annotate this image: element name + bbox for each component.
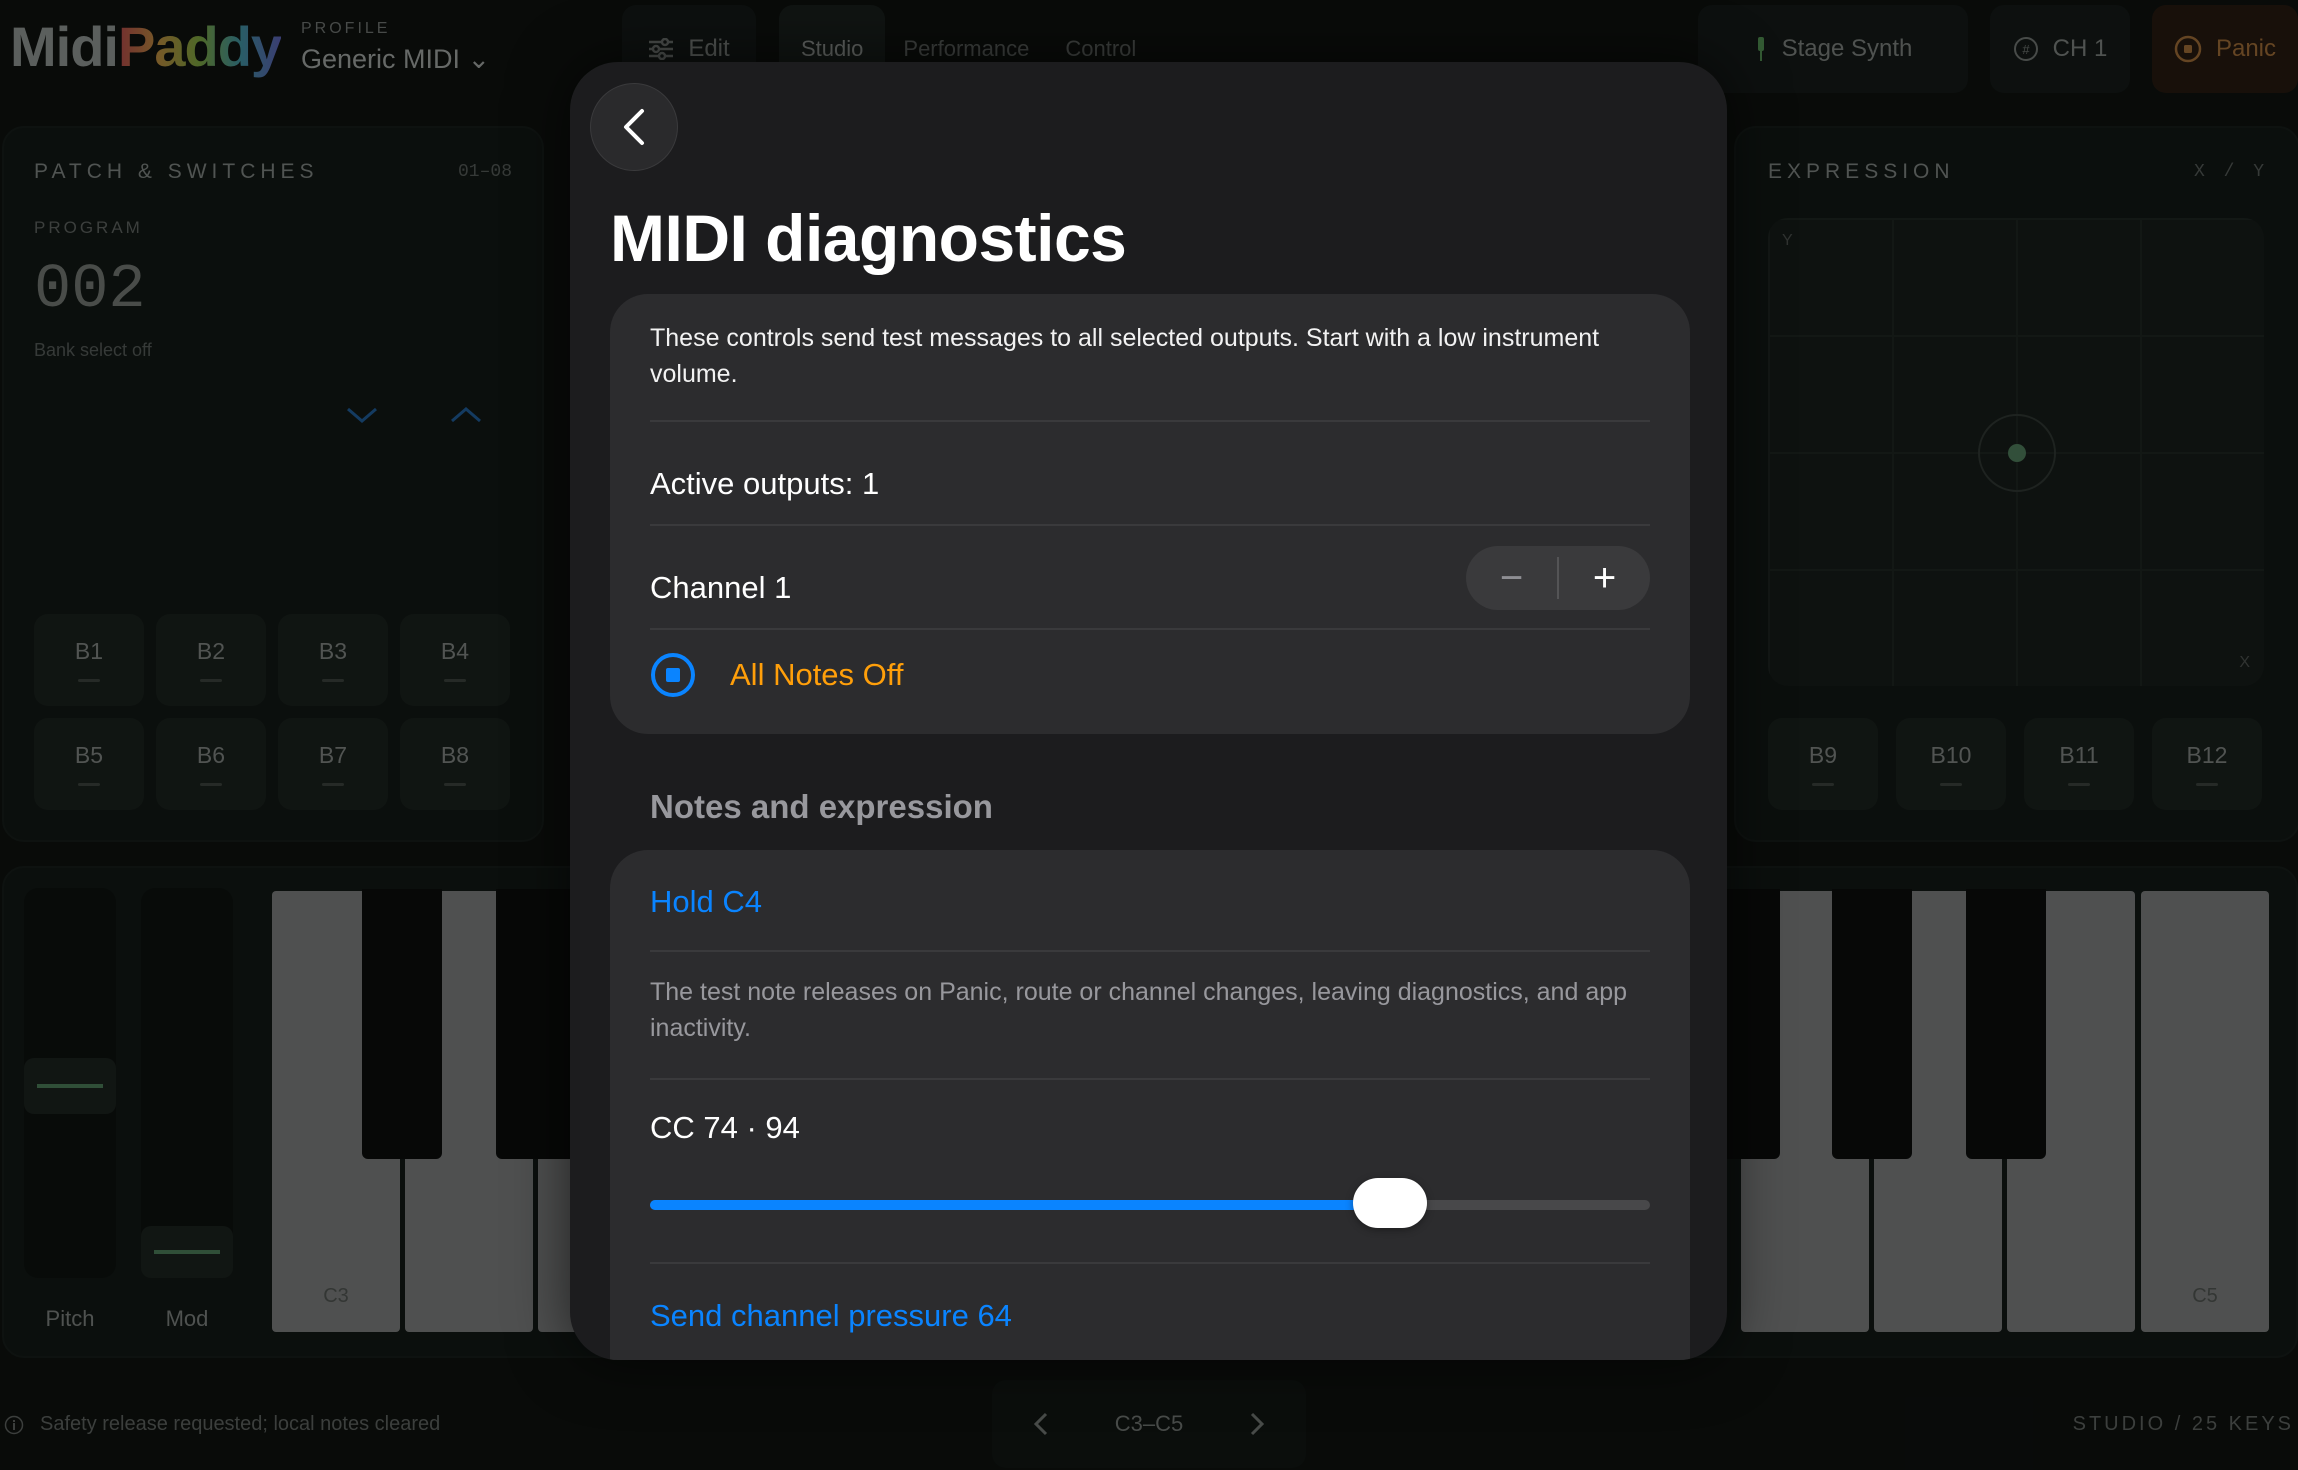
- hold-note-button[interactable]: Hold C4: [650, 884, 1650, 920]
- section-header-notes: Notes and expression: [650, 788, 993, 825]
- cc-label: CC 74 · 94: [650, 1110, 800, 1145]
- midi-diagnostics-sheet: MIDI diagnostics These controls send tes…: [570, 62, 1727, 1360]
- output-card: These controls send test messages to all…: [610, 294, 1690, 734]
- send-pressure-button[interactable]: Send channel pressure 64: [650, 1298, 1650, 1334]
- intro-text: These controls send test messages to all…: [650, 324, 1600, 388]
- notes-expression-card: Hold C4 The test note releases on Panic,…: [610, 850, 1690, 1360]
- cc-slider[interactable]: [650, 1178, 1650, 1228]
- all-notes-off-button[interactable]: All Notes Off: [650, 652, 1650, 698]
- hold-note-help: The test note releases on Panic, route o…: [650, 978, 1628, 1042]
- sheet-title: MIDI diagnostics: [610, 201, 1127, 275]
- cc-slider-thumb[interactable]: [1353, 1178, 1428, 1228]
- channel-decrement-button[interactable]: −: [1466, 546, 1557, 610]
- chevron-left-icon: [624, 109, 644, 145]
- stop-circle-icon: [651, 653, 695, 697]
- back-button[interactable]: [590, 83, 678, 171]
- channel-increment-button[interactable]: +: [1559, 546, 1650, 610]
- active-outputs: Active outputs: 1: [650, 466, 880, 501]
- all-notes-off-label: All Notes Off: [730, 657, 904, 692]
- channel-stepper: − +: [1466, 546, 1650, 610]
- cc-slider-fill: [650, 1200, 1391, 1210]
